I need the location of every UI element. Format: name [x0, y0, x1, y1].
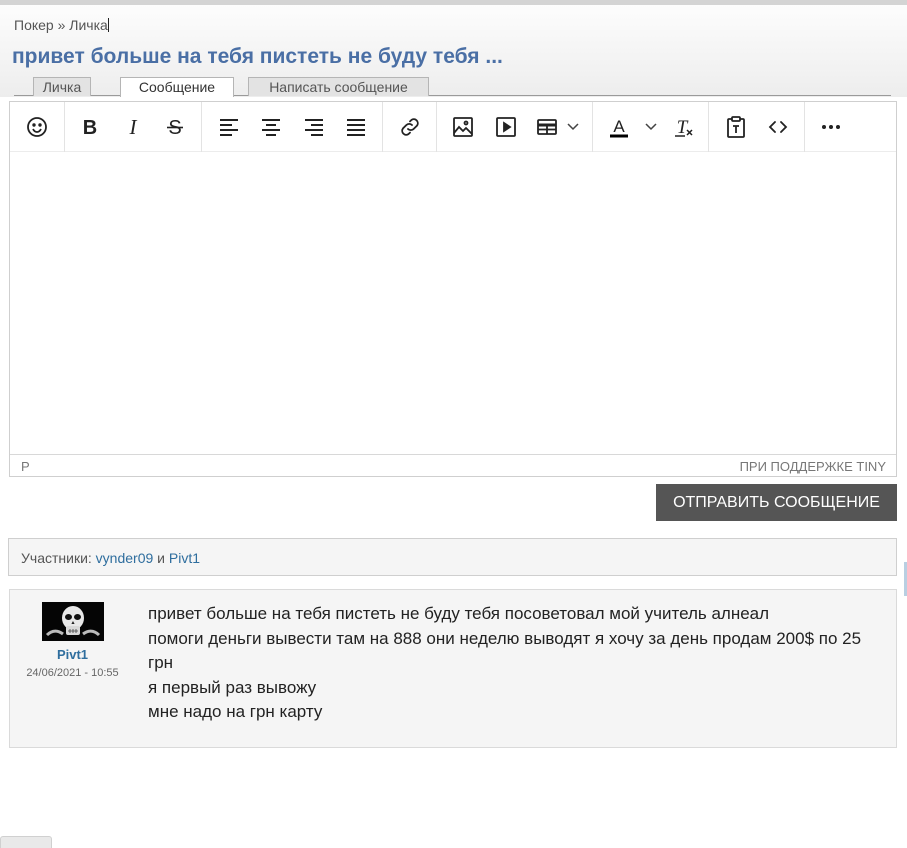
bold-icon[interactable]: B — [73, 110, 107, 144]
more-icon[interactable] — [814, 110, 848, 144]
toolbar-separator — [708, 102, 709, 152]
message-line: я первый раз вывожу — [148, 677, 317, 697]
clear-formatting-icon[interactable]: T — [666, 110, 700, 144]
editor-statusbar: P При поддержке Tiny — [10, 454, 896, 476]
media-icon[interactable] — [489, 110, 523, 144]
participant-link-pivt1[interactable]: Pivt1 — [169, 550, 200, 566]
message-line: привет больше на тебя пистеть не буду те… — [148, 604, 770, 623]
bottom-corner-tab[interactable] — [0, 836, 52, 848]
message-line: помоги деньги вывести там на 888 они нед… — [148, 628, 862, 673]
image-icon[interactable] — [446, 110, 480, 144]
message-line: мне надо на грн карту — [148, 702, 323, 722]
italic-icon[interactable]: I — [116, 110, 150, 144]
svg-text:B: B — [83, 117, 97, 139]
participant-link-vynder09[interactable]: vynder09 — [96, 550, 154, 566]
tab-compose[interactable]: Написать сообщение — [248, 77, 429, 96]
paste-text-icon[interactable] — [719, 110, 753, 144]
link-icon[interactable] — [393, 110, 427, 144]
toolbar-separator — [382, 102, 383, 152]
participants-conjunction: и — [157, 550, 165, 566]
message-item: Pivt1 24/06/2021 - 10:55 привет больше н… — [9, 589, 897, 748]
toolbar-separator — [201, 102, 202, 152]
message-author[interactable]: Pivt1 — [10, 647, 135, 662]
breadcrumb-current-link[interactable]: Личка — [69, 17, 108, 33]
editor-content-area[interactable] — [10, 152, 896, 454]
svg-text:A: A — [613, 117, 625, 136]
rich-text-editor: B I S A T P ПРИ ПОДДЕРЖКЕ TINY — [9, 101, 897, 477]
breadcrumb: Покер » Личка — [14, 17, 109, 33]
toolbar-separator — [436, 102, 437, 152]
message-date: 24/06/2021 - 10:55 — [26, 667, 119, 679]
participants-box: Участники: vynder09 и Pivt1 — [8, 538, 897, 576]
strikethrough-icon[interactable]: S — [158, 110, 192, 144]
align-center-icon[interactable] — [254, 110, 288, 144]
code-icon[interactable] — [761, 110, 795, 144]
align-left-icon[interactable] — [212, 110, 246, 144]
breadcrumb-root-link[interactable]: Покер — [14, 17, 54, 33]
toolbar-separator — [592, 102, 593, 152]
page-title: привет больше на тебя пистеть не буду те… — [12, 45, 503, 68]
element-path[interactable]: P — [21, 459, 30, 474]
svg-text:I: I — [129, 115, 138, 139]
text-cursor — [107, 18, 109, 32]
send-message-button[interactable]: ОТПРАВИТЬ СООБЩЕНИЕ — [656, 484, 897, 521]
text-color-icon[interactable]: A — [602, 110, 636, 144]
breadcrumb-separator: » — [57, 17, 66, 33]
align-justify-icon[interactable] — [339, 110, 373, 144]
tab-message[interactable]: Сообщение — [120, 77, 234, 97]
emoji-icon[interactable] — [20, 110, 54, 144]
avatar[interactable] — [42, 602, 104, 641]
toolbar-separator — [804, 102, 805, 152]
toolbar-separator — [64, 102, 65, 152]
participants-label: Участники: — [21, 550, 92, 566]
editor-toolbar: B I S A T — [10, 102, 896, 152]
powered-by-link[interactable]: При поддержке Tiny — [740, 459, 886, 474]
align-right-icon[interactable] — [297, 110, 331, 144]
table-dropdown-chevron-icon[interactable] — [565, 118, 581, 134]
tab-inbox[interactable]: Личка — [33, 77, 91, 96]
tab-bar: Личка Сообщение Написать сообщение — [14, 77, 891, 97]
message-body: привет больше на тебя пистеть не буду те… — [148, 602, 890, 725]
table-icon[interactable] — [530, 110, 564, 144]
text-color-chevron-icon[interactable] — [643, 118, 659, 134]
